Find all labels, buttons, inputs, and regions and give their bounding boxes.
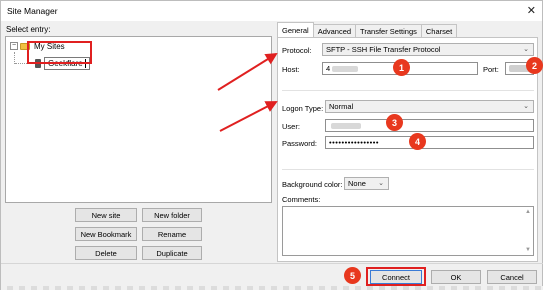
background-color-select[interactable]: None ⌄: [344, 177, 389, 190]
chevron-down-icon: ⌄: [378, 180, 384, 187]
close-icon[interactable]: ✕: [527, 4, 536, 17]
duplicate-button[interactable]: Duplicate: [142, 246, 202, 260]
port-label: Port:: [483, 65, 499, 74]
divider: [282, 169, 534, 170]
collapse-icon[interactable]: −: [10, 42, 18, 50]
user-input[interactable]: [325, 119, 534, 132]
scroll-down-icon[interactable]: ▼: [525, 247, 531, 253]
cut-edge: [1, 286, 543, 290]
window-title: Site Manager: [7, 6, 58, 16]
password-value: ••••••••••••••••: [329, 138, 380, 147]
new-folder-button[interactable]: New folder: [142, 208, 202, 222]
background-color-value: None: [348, 179, 366, 188]
tab-charset[interactable]: Charset: [420, 24, 458, 37]
title-bar: Site Manager ✕: [1, 1, 542, 21]
step-badge-1: 1: [393, 59, 410, 76]
tab-general[interactable]: General: [277, 22, 314, 37]
new-site-button[interactable]: New site: [75, 208, 137, 222]
settings-tabs: General Advanced Transfer Settings Chars…: [277, 22, 458, 37]
rename-button[interactable]: Rename: [142, 227, 202, 241]
host-label: Host:: [282, 65, 300, 74]
tab-transfer-settings[interactable]: Transfer Settings: [355, 24, 422, 37]
password-input[interactable]: ••••••••••••••••: [325, 136, 534, 149]
protocol-select[interactable]: SFTP - SSH File Transfer Protocol ⌄: [322, 43, 534, 56]
site-highlight-box: [27, 41, 92, 64]
cancel-button[interactable]: Cancel: [487, 270, 537, 284]
logon-type-value: Normal: [329, 102, 354, 111]
user-label: User:: [282, 122, 300, 131]
comments-textarea[interactable]: ▲ ▼: [282, 206, 534, 256]
comments-label: Comments:: [282, 195, 321, 204]
logon-type-select[interactable]: Normal ⌄: [325, 100, 534, 113]
site-manager-window: Site Manager ✕ Select entry: − My Sites …: [0, 0, 543, 290]
protocol-value: SFTP - SSH File Transfer Protocol: [326, 45, 441, 54]
host-value: 4: [326, 64, 331, 73]
new-bookmark-button[interactable]: New Bookmark: [75, 227, 137, 241]
password-label: Password:: [282, 139, 318, 148]
tab-advanced[interactable]: Advanced: [312, 24, 357, 37]
step-badge-5: 5: [344, 267, 361, 284]
step-badge-4: 4: [409, 133, 426, 150]
background-color-label: Background color:: [282, 180, 343, 189]
step-badge-3: 3: [386, 114, 403, 131]
redacted-text: [331, 122, 361, 129]
chevron-down-icon: ⌄: [523, 46, 529, 53]
footer-divider: [1, 263, 543, 264]
connect-highlight-box: [366, 267, 426, 286]
divider: [282, 90, 534, 91]
select-entry-label: Select entry:: [6, 25, 51, 34]
logon-type-label: Logon Type:: [282, 104, 324, 113]
delete-button[interactable]: Delete: [75, 246, 137, 260]
scroll-up-icon[interactable]: ▲: [525, 209, 531, 215]
protocol-label: Protocol:: [282, 46, 312, 55]
step-badge-2: 2: [526, 57, 543, 74]
ok-button[interactable]: OK: [431, 270, 481, 284]
chevron-down-icon: ⌄: [523, 103, 529, 110]
redacted-text: [332, 65, 359, 72]
